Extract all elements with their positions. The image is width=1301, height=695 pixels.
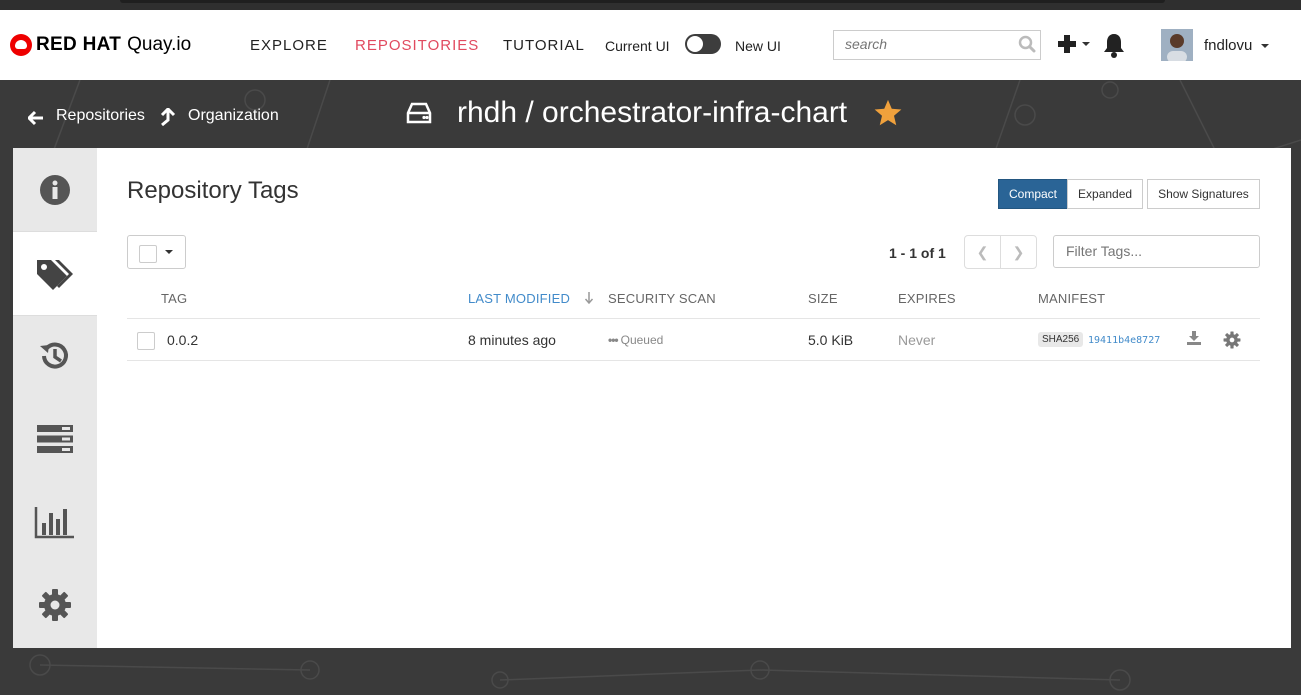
repo-title: rhdh / orchestrator-infra-chart	[457, 96, 848, 129]
column-header-manifest[interactable]: MANIFEST	[1038, 291, 1105, 306]
search-icon[interactable]	[1018, 35, 1036, 58]
organization-link[interactable]: Organization	[160, 106, 279, 126]
size-value: 5.0 KiB	[808, 332, 854, 348]
nav-explore[interactable]: EXPLORE	[250, 37, 328, 54]
column-header-last-modified[interactable]: LAST MODIFIED	[468, 291, 594, 306]
settings-icon	[39, 588, 71, 621]
sidebar-item-history[interactable]	[13, 314, 97, 397]
search-box	[833, 30, 1041, 60]
sidebar-item-info[interactable]	[13, 148, 97, 231]
search-input[interactable]	[834, 31, 1015, 57]
select-all-dropdown[interactable]	[127, 235, 186, 269]
compact-view-button[interactable]: Compact	[998, 179, 1069, 209]
tags-icon	[37, 259, 73, 290]
bell-icon[interactable]	[1102, 32, 1126, 63]
sidebar-item-settings[interactable]	[13, 563, 97, 646]
organization-link-label: Organization	[188, 107, 279, 124]
repo-panel: Repository Tags Compact Expanded Show Si…	[13, 148, 1291, 648]
ui-toggle[interactable]	[685, 34, 721, 54]
sidebar-item-builds[interactable]	[13, 397, 97, 480]
chevron-down-icon	[165, 250, 173, 254]
column-header-expires[interactable]: EXPIRES	[898, 291, 956, 306]
row-checkbox[interactable]	[137, 332, 155, 350]
star-icon[interactable]	[873, 98, 903, 128]
table-row-divider	[127, 360, 1260, 361]
download-icon[interactable]	[1187, 331, 1201, 350]
arrow-up-icon	[160, 108, 176, 126]
create-new-menu[interactable]	[1057, 34, 1090, 54]
repo-header: rhdh / orchestrator-infra-chart	[405, 96, 903, 130]
brand-product: Quay.io	[127, 34, 192, 55]
sidebar-item-tags[interactable]	[13, 231, 97, 316]
navbar: RED HAT Quay.io EXPLORE REPOSITORIES TUT…	[0, 10, 1301, 80]
expanded-view-button[interactable]: Expanded	[1067, 179, 1144, 209]
page-title: Repository Tags	[127, 177, 299, 204]
last-modified-label: LAST MODIFIED	[468, 291, 571, 306]
expires-value[interactable]: Never	[898, 332, 935, 348]
ellipsis-icon: •••	[608, 333, 619, 347]
chevron-down-icon	[1082, 42, 1090, 46]
tag-name[interactable]: 0.0.2	[167, 332, 198, 348]
history-icon	[40, 342, 68, 369]
next-page-button[interactable]: ❯	[1000, 235, 1037, 269]
avatar[interactable]	[1161, 29, 1193, 61]
column-header-size[interactable]: SIZE	[808, 291, 838, 306]
gear-icon[interactable]	[1223, 331, 1241, 354]
back-to-repositories[interactable]: Repositories	[28, 106, 145, 126]
show-signatures-button[interactable]: Show Signatures	[1147, 179, 1260, 209]
pagination-text: 1 - 1 of 1	[889, 245, 946, 261]
current-ui-label: Current UI	[605, 38, 670, 54]
filter-tags-box	[1053, 235, 1260, 268]
back-link-label: Repositories	[56, 107, 145, 124]
brand-red-hat: RED HAT	[36, 34, 122, 55]
select-all-checkbox[interactable]	[139, 245, 157, 263]
usage-logs-icon	[34, 506, 74, 538]
red-hat-logo-icon	[10, 34, 32, 56]
sort-down-icon	[584, 292, 593, 305]
arrow-left-icon	[28, 110, 43, 126]
nav-tutorial[interactable]: TUTORIAL	[503, 37, 585, 54]
table-header-divider	[127, 318, 1260, 319]
new-ui-label: New UI	[735, 38, 781, 54]
repo-sidebar	[13, 148, 97, 648]
user-menu[interactable]: fndlovu	[1204, 37, 1269, 54]
nav-repositories[interactable]: REPOSITORIES	[355, 37, 479, 54]
manifest-digest-link[interactable]: 19411b4e8727	[1088, 335, 1160, 346]
info-icon	[40, 174, 70, 205]
security-scan-status[interactable]: ••• Queued	[608, 333, 663, 347]
sidebar-item-usage-logs[interactable]	[13, 480, 97, 563]
username: fndlovu	[1204, 37, 1253, 54]
filter-tags-input[interactable]	[1054, 236, 1256, 265]
builds-icon	[37, 424, 73, 453]
prev-page-button[interactable]: ❮	[964, 235, 1001, 269]
last-modified-value: 8 minutes ago	[468, 332, 556, 348]
manifest-algo-badge: SHA256	[1038, 332, 1084, 347]
column-header-security-scan[interactable]: SECURITY SCAN	[608, 291, 716, 306]
security-scan-label: Queued	[620, 333, 664, 347]
top-strip	[0, 0, 1301, 10]
plus-icon	[1058, 35, 1076, 53]
chevron-down-icon	[1260, 44, 1269, 49]
view-toggle-group: Compact Expanded Show Signatures	[998, 179, 1260, 209]
column-header-tag[interactable]: TAG	[161, 291, 187, 306]
pagination: ❮ ❯	[964, 235, 1037, 269]
quay-logo[interactable]: RED HAT Quay.io	[10, 34, 191, 56]
drive-icon	[406, 102, 432, 124]
